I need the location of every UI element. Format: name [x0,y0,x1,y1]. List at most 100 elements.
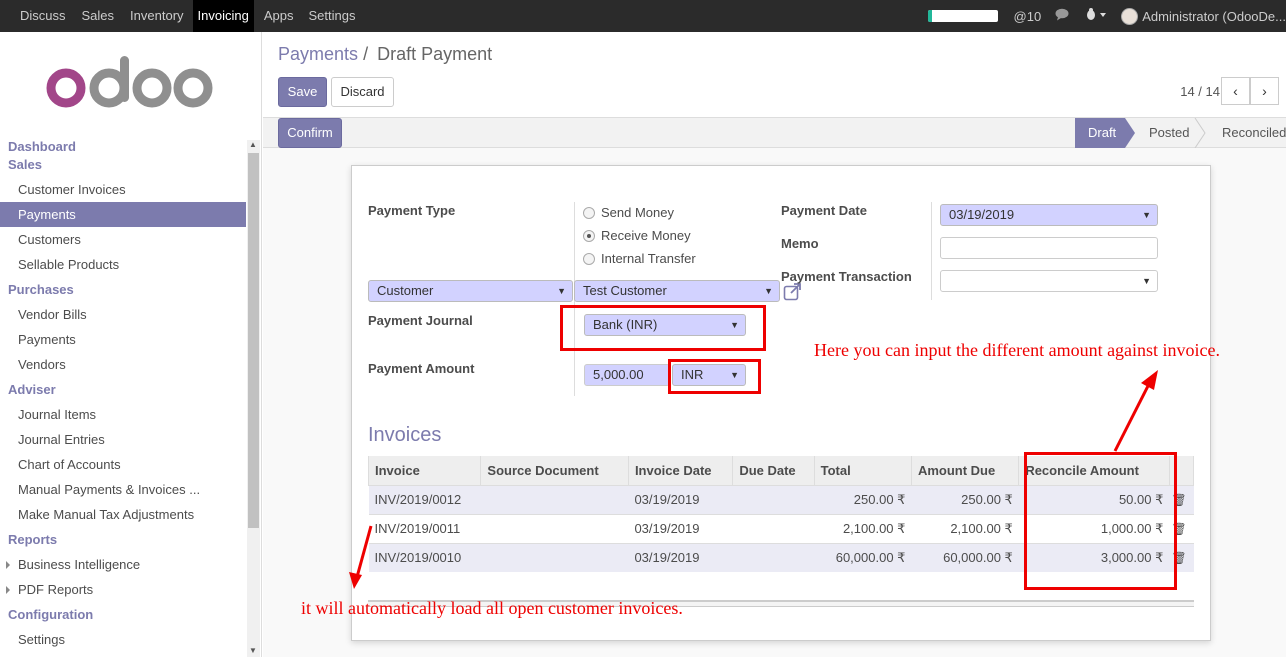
onboarding-progress[interactable] [927,10,998,22]
partner-type-value: Customer [377,283,434,298]
sidebar-item-journal-items[interactable]: Journal Items [0,402,246,427]
breadcrumb-separator: / [363,44,369,64]
app-menu: Discuss Sales Inventory Invoicing Apps S… [15,0,360,32]
messages-counter[interactable]: @10 [1014,9,1042,24]
systray: @10 Administrator (OdooDe... [927,0,1286,32]
stage-posted[interactable]: Posted [1149,118,1189,148]
scroll-down-icon[interactable]: ▼ [249,646,257,655]
sidebar-item-manual-tax[interactable]: Make Manual Tax Adjustments [0,502,246,527]
sidebar-section-dashboard[interactable]: Dashboard [0,138,246,156]
sidebar-item-customers[interactable]: Customers [0,227,246,252]
cell-due [732,513,815,543]
radio-send-label: Send Money [601,205,674,220]
sidebar-item-pdf-reports[interactable]: PDF Reports [0,577,246,602]
status-bar: Confirm Draft Posted Reconciled [263,118,1286,148]
cell-total: 60,000.00 ₹ [814,542,912,572]
col-source[interactable]: Source Document [480,456,629,486]
col-due-date[interactable]: Due Date [732,456,815,486]
sidebar-section-adviser[interactable]: Adviser [0,381,246,399]
sidebar-item-vendor-payments[interactable]: Payments [0,327,246,352]
chat-icon[interactable] [1055,8,1071,24]
payment-date-input[interactable]: 03/19/2019 ▼ [940,204,1158,226]
amount-input[interactable]: 5,000.00 [584,364,670,386]
sidebar-scrollbar[interactable]: ▲ ▼ [247,140,260,657]
cell-source [480,513,629,543]
payment-date-label: Payment Date [781,203,867,218]
partner-select[interactable]: Test Customer ▼ [574,280,780,302]
sidebar-item-sellable-products[interactable]: Sellable Products [0,252,246,277]
pager-next-button[interactable]: › [1250,77,1279,105]
menu-invoicing[interactable]: Invoicing [192,0,254,32]
menu-sales[interactable]: Sales [77,0,120,32]
pager-previous-button[interactable]: ‹ [1221,77,1250,105]
amount-label: Payment Amount [368,361,475,376]
cell-total: 250.00 ₹ [814,484,912,514]
debug-bug-icon[interactable] [1085,8,1107,24]
sidebar-item-vendors[interactable]: Vendors [0,352,246,377]
radio-receive-money[interactable]: Receive Money [583,228,691,243]
reconcile-highlight-box [1024,452,1177,590]
invoices-title: Invoices [368,424,442,446]
col-total[interactable]: Total [813,456,912,486]
form-sheet: Payment Type Send Money Receive Money In… [351,165,1220,641]
cell-date: 03/19/2019 [628,513,733,543]
sidebar-item-customer-invoices[interactable]: Customer Invoices [0,177,246,202]
cell-invoice: INV/2019/0010 [368,542,481,572]
memo-input[interactable] [940,237,1158,259]
transaction-select[interactable]: ▼ [940,270,1158,292]
menu-settings[interactable]: Settings [303,0,360,32]
cell-amount-due: 2,100.00 ₹ [911,513,1019,543]
transaction-label: Payment Transaction [781,269,912,284]
annotation-top: Here you can input the different amount … [814,340,1221,360]
sidebar-section-sales[interactable]: Sales [0,156,246,174]
user-avatar[interactable] [1121,7,1139,25]
cell-invoice: INV/2019/0012 [368,484,481,514]
partner-type-select[interactable]: Customer ▼ [368,280,573,302]
sidebar-item-manual-payments[interactable]: Manual Payments & Invoices ... [0,477,246,502]
currency-highlight-box [668,359,761,394]
radio-send-icon[interactable] [583,207,595,219]
partner-value: Test Customer [583,283,667,298]
menu-discuss[interactable]: Discuss [15,0,71,32]
discard-button[interactable]: Discard [331,77,394,107]
odoo-logo[interactable] [46,54,216,115]
external-link-icon[interactable] [783,282,802,304]
sidebar-menu: Dashboard Sales Customer Invoices Paymen… [0,138,246,652]
sidebar-item-settings[interactable]: Settings [0,627,246,652]
sidebar-item-business-intelligence[interactable]: Business Intelligence [0,552,246,577]
stage-draft[interactable]: Draft [1088,118,1116,148]
radio-send-money[interactable]: Send Money [583,205,674,220]
menu-inventory[interactable]: Inventory [125,0,188,32]
stage-reconciled[interactable]: Reconciled [1222,118,1286,148]
radio-receive-icon[interactable] [583,230,595,242]
col-invoice[interactable]: Invoice [367,456,482,486]
pager-value[interactable]: 14 / 14 [1180,84,1220,99]
sidebar-item-vendor-bills[interactable]: Vendor Bills [0,302,246,327]
radio-internal-icon[interactable] [583,253,595,265]
sidebar-section-reports[interactable]: Reports [0,531,246,549]
sidebar-section-configuration[interactable]: Configuration [0,606,246,624]
radio-internal-transfer[interactable]: Internal Transfer [583,251,696,266]
scrollbar-thumb[interactable] [248,153,259,528]
menu-apps[interactable]: Apps [259,0,299,32]
save-button[interactable]: Save [278,77,327,107]
col-invoice-date[interactable]: Invoice Date [627,456,734,486]
scroll-up-icon[interactable]: ▲ [249,140,257,149]
sidebar-item-chart-of-accounts[interactable]: Chart of Accounts [0,452,246,477]
cell-source [480,484,629,514]
caret-down-icon: ▼ [1142,276,1151,286]
main-content: Payments / Draft Payment Save Discard 14… [263,32,1286,657]
sidebar-item-journal-entries[interactable]: Journal Entries [0,427,246,452]
radio-internal-label: Internal Transfer [601,251,696,266]
sidebar-item-payments[interactable]: Payments [0,202,246,227]
caret-down-icon: ▼ [1142,210,1151,220]
cell-amount-due: 60,000.00 ₹ [911,542,1019,572]
user-menu[interactable]: Administrator (OdooDe... [1142,9,1286,24]
breadcrumb-parent[interactable]: Payments [278,44,358,64]
confirm-button[interactable]: Confirm [278,118,342,148]
control-panel: Payments / Draft Payment Save Discard 14… [263,32,1286,118]
sidebar-section-purchases[interactable]: Purchases [0,281,246,299]
cell-total: 2,100.00 ₹ [814,513,912,543]
col-amount-due[interactable]: Amount Due [910,456,1020,486]
cell-due [732,542,815,572]
